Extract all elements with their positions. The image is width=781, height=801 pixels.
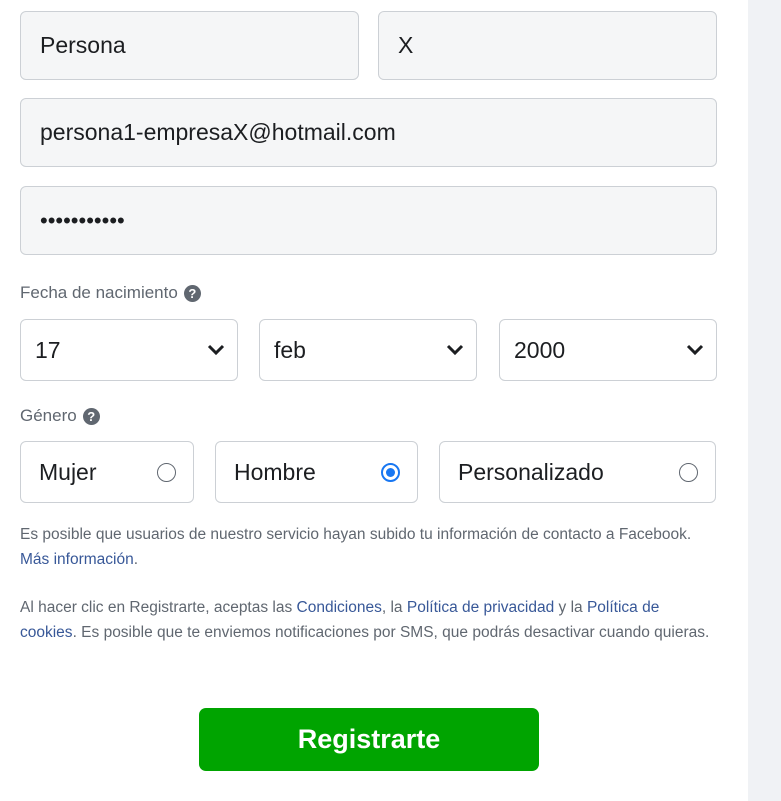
radio-button[interactable]: [157, 462, 176, 482]
radio-button[interactable]: [679, 462, 698, 482]
birthdate-label: Fecha de nacimiento: [20, 283, 178, 302]
last-name-value: X: [398, 32, 414, 58]
first-name-field[interactable]: Persona: [20, 11, 359, 80]
birth-day-select[interactable]: 17: [20, 319, 238, 381]
birth-month-select[interactable]: feb: [259, 319, 477, 381]
email-value: persona1-empresaX@hotmail.com: [40, 119, 396, 145]
terms-prefix: Al hacer clic en Registrarte, aceptas la…: [20, 599, 293, 616]
chevron-down-icon: [686, 344, 704, 356]
chevron-down-icon: [446, 344, 464, 356]
contact-upload-text: Es posible que usuarios de nuestro servi…: [20, 526, 692, 543]
page-background-strip: [748, 0, 781, 801]
radio-button-selected[interactable]: [381, 462, 400, 482]
gender-option-personalizado[interactable]: Personalizado: [439, 441, 716, 503]
birthdate-label-row: Fecha de nacimiento ?: [20, 283, 201, 303]
gender-option-label: Hombre: [234, 458, 316, 485]
terms-mid2: y la: [558, 599, 583, 616]
gender-label: Género: [20, 406, 77, 425]
terms-notice: Al hacer clic en Registrarte, aceptas la…: [20, 595, 720, 645]
gender-label-row: Género ?: [20, 406, 100, 426]
password-mask: •••••••••••: [40, 207, 125, 233]
gender-option-hombre[interactable]: Hombre: [215, 441, 418, 503]
help-icon[interactable]: ?: [82, 407, 100, 425]
birth-year-value: 2000: [514, 336, 566, 363]
terms-mid1: , la: [381, 599, 403, 616]
gender-option-mujer[interactable]: Mujer: [20, 441, 194, 503]
chevron-down-icon: [207, 344, 225, 356]
contact-upload-notice: Es posible que usuarios de nuestro servi…: [20, 526, 692, 568]
terms-suffix: . Es posible que te enviemos notificacio…: [72, 624, 710, 641]
conditions-link[interactable]: Condiciones: [297, 599, 382, 616]
help-icon[interactable]: ?: [183, 284, 201, 302]
privacy-policy-link[interactable]: Política de privacidad: [407, 599, 554, 616]
birth-year-select[interactable]: 2000: [499, 319, 717, 381]
birth-day-value: 17: [35, 336, 61, 363]
gender-option-label: Mujer: [39, 458, 97, 485]
email-field[interactable]: persona1-empresaX@hotmail.com: [20, 98, 717, 167]
password-field[interactable]: •••••••••••: [20, 186, 717, 255]
more-info-link[interactable]: Más información: [20, 551, 134, 568]
register-button[interactable]: Registrarte: [199, 708, 539, 771]
last-name-field[interactable]: X: [378, 11, 717, 80]
birth-month-value: feb: [274, 336, 306, 363]
gender-option-label: Personalizado: [458, 458, 604, 485]
first-name-value: Persona: [40, 32, 126, 58]
